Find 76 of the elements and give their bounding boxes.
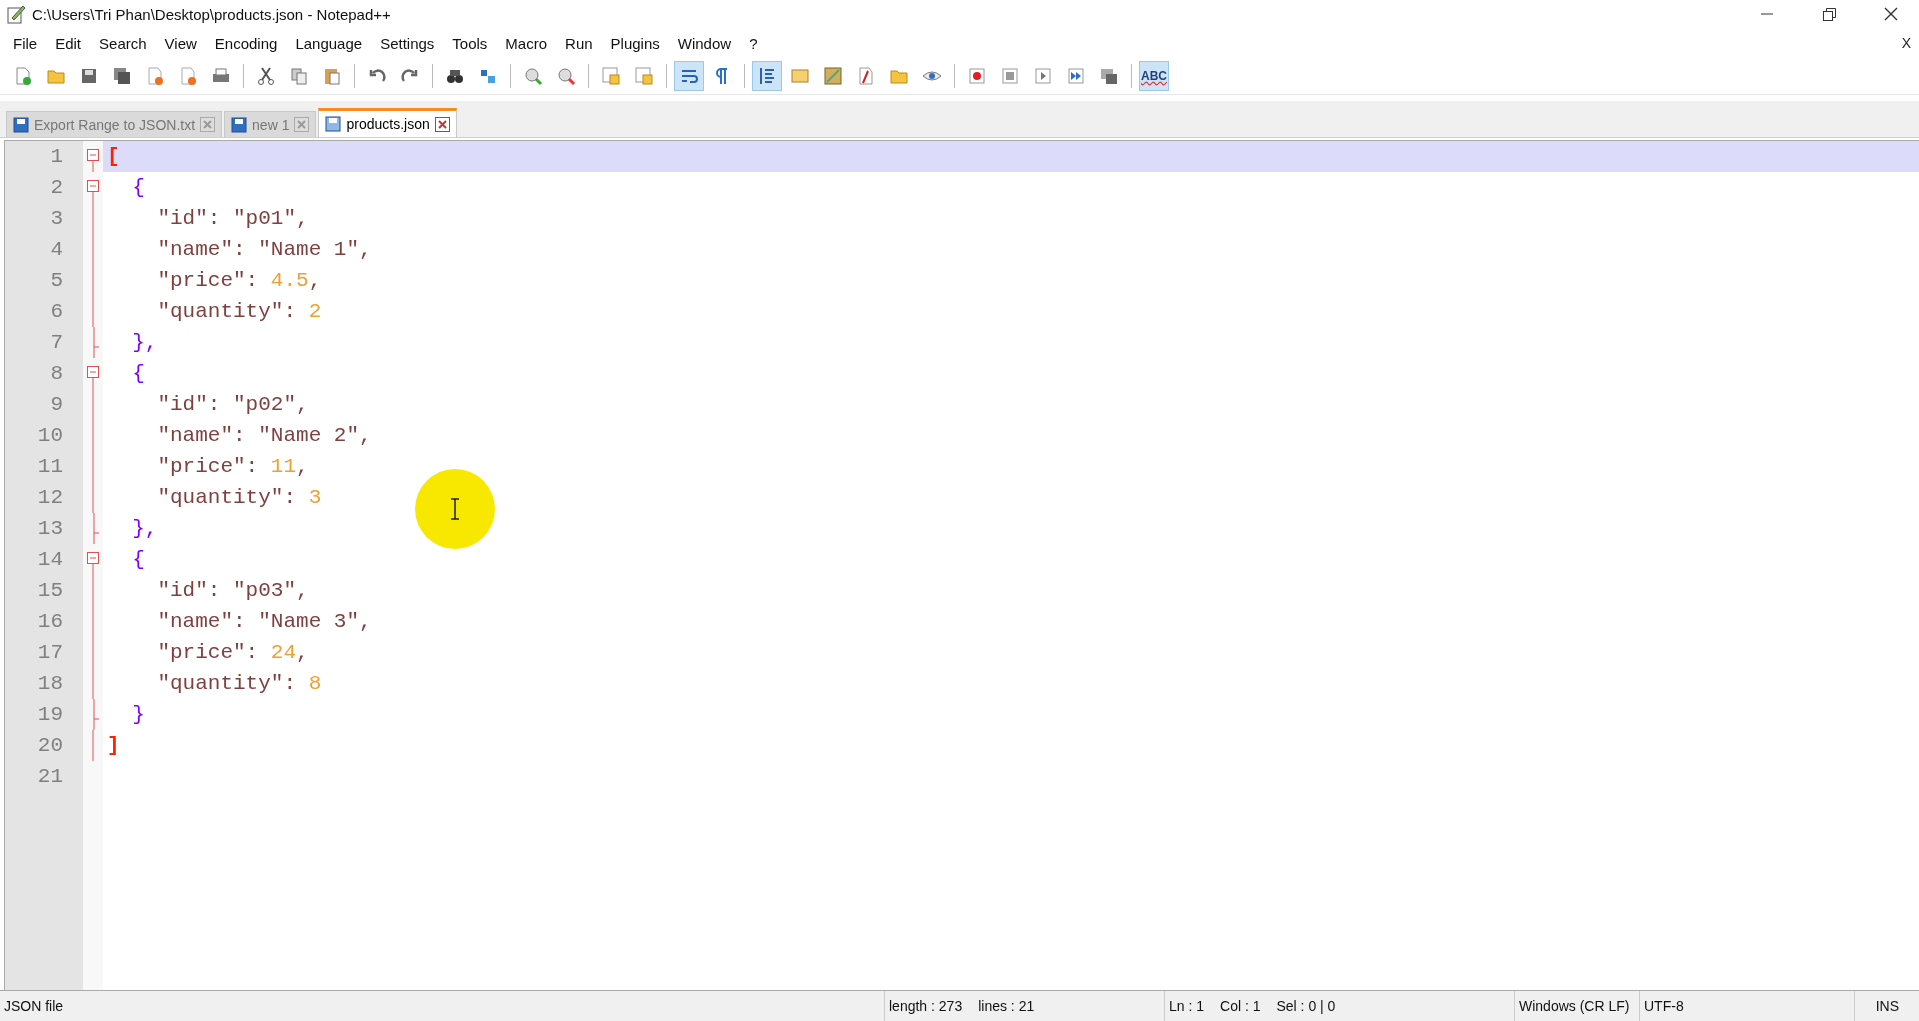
- files-close-icon: [178, 66, 198, 86]
- file-tab[interactable]: products.json: [318, 108, 457, 137]
- floppy-disks-icon: [112, 66, 132, 86]
- copy-icon: [289, 66, 309, 86]
- menu-item[interactable]: Plugins: [601, 34, 669, 52]
- line-number: 5: [49, 268, 64, 294]
- menu-item[interactable]: Search: [90, 34, 156, 52]
- line-number: 13: [36, 516, 64, 542]
- fold-end-line: [92, 730, 94, 761]
- menu-item[interactable]: Window: [668, 34, 741, 52]
- stop-icon: [1000, 66, 1020, 86]
- line-number: 20: [36, 733, 64, 759]
- status-text: UTF-8: [1644, 998, 1684, 1014]
- line-number: 8: [49, 361, 64, 387]
- menu-item[interactable]: Encoding: [205, 34, 287, 52]
- line-number: 10: [36, 423, 64, 449]
- line-number: 11: [36, 454, 64, 480]
- line-number: 14: [36, 547, 64, 573]
- menu-item[interactable]: Run: [556, 34, 602, 52]
- menu-item[interactable]: Macro: [496, 34, 557, 52]
- menu-item[interactable]: ?: [740, 34, 767, 52]
- close-icon: [1884, 7, 1898, 21]
- line-number: 9: [49, 392, 64, 418]
- sync-horizontal-icon: [634, 66, 654, 86]
- status-text: Ln : 1: [1169, 998, 1205, 1014]
- clipboard-icon: [322, 66, 342, 86]
- close-icon[interactable]: [200, 117, 216, 132]
- line-number: 4: [49, 237, 64, 263]
- menu-item[interactable]: Settings: [371, 34, 444, 52]
- toolbar-button[interactable]: ABC: [1139, 61, 1169, 91]
- zoom-in-icon: [523, 66, 543, 86]
- menu-item[interactable]: Tools: [443, 34, 497, 52]
- status-text: Windows (CR LF): [1519, 998, 1630, 1014]
- line-number: 18: [36, 671, 64, 697]
- scissors-icon: [256, 66, 276, 86]
- line-number: 7: [49, 330, 64, 356]
- line-number: 1: [49, 144, 64, 170]
- line-number: 3: [49, 206, 64, 232]
- menu-item[interactable]: Edit: [46, 34, 91, 52]
- zoom-out-icon: [556, 66, 576, 86]
- play-icon: [1033, 66, 1053, 86]
- line-number: 19: [36, 702, 64, 728]
- line-number: 17: [36, 640, 64, 666]
- line-number: 6: [49, 299, 64, 325]
- notepad-icon: [6, 4, 26, 24]
- fast-forward-icon: [1066, 66, 1086, 86]
- line-number: 12: [36, 485, 64, 511]
- sync-vertical-icon: [601, 66, 621, 86]
- function-list-icon: [856, 66, 876, 86]
- close-icon[interactable]: [434, 116, 450, 132]
- window-stack-icon: [1099, 66, 1119, 86]
- close-icon[interactable]: [294, 117, 310, 132]
- minimize-icon: [1761, 13, 1773, 15]
- window-title: C:\Users\Tri Phan\Desktop\products.json - Notepad++: [32, 5, 392, 23]
- status-text: length : 273: [889, 998, 963, 1014]
- close-document-button[interactable]: X: [1901, 35, 1911, 51]
- line-number: 21: [36, 764, 64, 790]
- status-text: Sel : 0 | 0: [1276, 998, 1336, 1014]
- menu-item[interactable]: View: [155, 34, 206, 52]
- line-number: 2: [49, 175, 64, 201]
- line-number: 16: [36, 609, 64, 635]
- status-text: JSON file: [4, 998, 64, 1014]
- status-text: lines : 21: [978, 998, 1035, 1014]
- note-icon: [790, 66, 810, 86]
- restore-icon: [1822, 7, 1836, 21]
- text-cursor-icon: [450, 498, 460, 520]
- file-close-icon: [145, 66, 165, 86]
- new-file-icon: [13, 66, 33, 86]
- status-text: Col : 1: [1220, 998, 1261, 1014]
- map-icon: [823, 66, 843, 86]
- status-text: INS: [1875, 998, 1899, 1014]
- menu-item[interactable]: Language: [286, 34, 372, 52]
- record-icon: [967, 66, 987, 86]
- indent-guide-icon: [757, 66, 777, 86]
- line-number: 15: [36, 578, 64, 604]
- menu-item[interactable]: File: [4, 34, 47, 52]
